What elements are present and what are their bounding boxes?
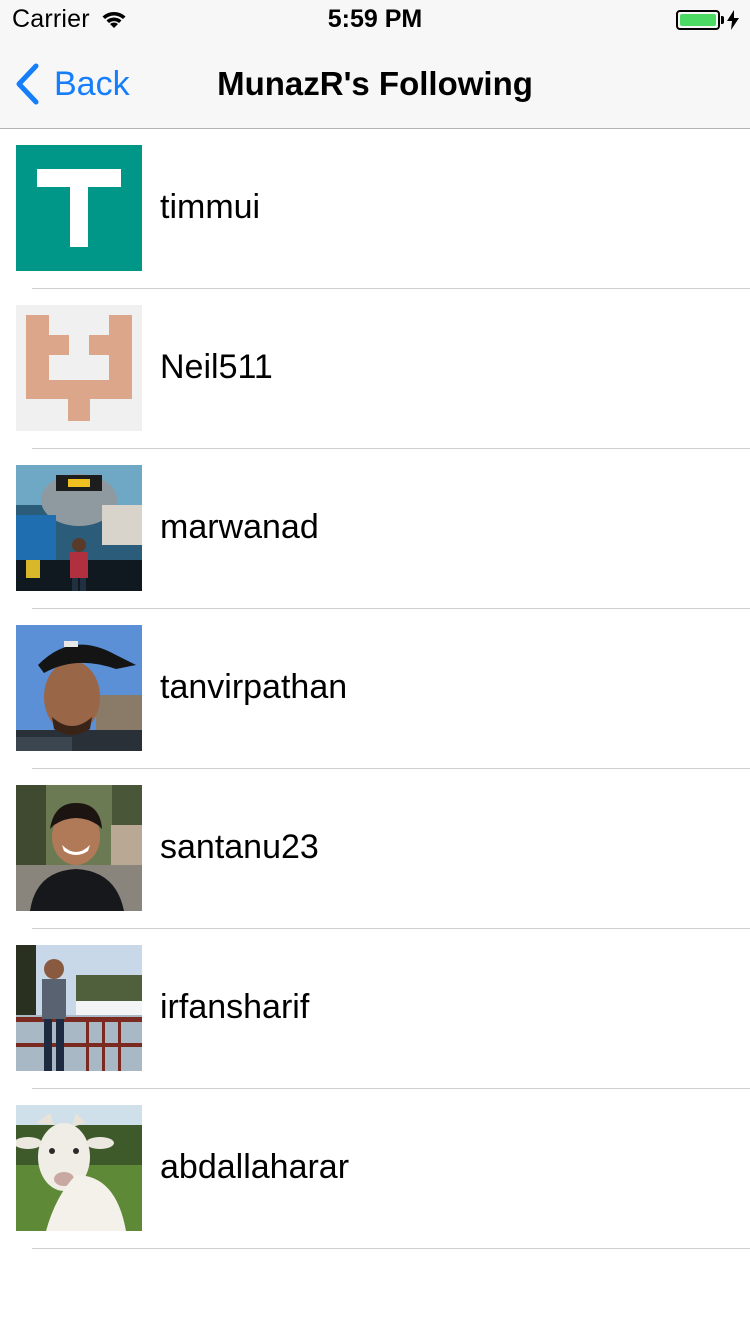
photo-avatar	[16, 1105, 142, 1231]
list-item[interactable]: timmui	[0, 129, 750, 289]
username: abdallaharar	[160, 1148, 350, 1186]
battery-icon	[676, 10, 720, 30]
username: timmui	[160, 188, 261, 226]
navigation-bar: Back MunazR's Following	[0, 40, 750, 129]
list-item[interactable]: santanu23	[0, 769, 750, 929]
following-list: timmui Neil511 marwanad tanvirpathan san…	[0, 129, 750, 1249]
photo-avatar	[16, 465, 142, 591]
battery-level	[680, 14, 716, 26]
charging-bolt-icon	[727, 10, 739, 30]
list-item[interactable]: Neil511	[0, 289, 750, 449]
list-item[interactable]: abdallaharar	[0, 1089, 750, 1249]
username: santanu23	[160, 828, 319, 866]
photo-avatar	[16, 785, 142, 911]
status-bar: Carrier 5:59 PM	[0, 0, 750, 40]
avatar	[16, 625, 142, 751]
list-item[interactable]: irfansharif	[0, 929, 750, 1089]
status-time: 5:59 PM	[327, 5, 423, 33]
identicon-pattern-avatar	[16, 305, 142, 431]
avatar	[16, 305, 142, 431]
avatar	[16, 785, 142, 911]
avatar	[16, 145, 142, 271]
username: irfansharif	[160, 988, 310, 1026]
avatar	[16, 1105, 142, 1231]
list-item[interactable]: tanvirpathan	[0, 609, 750, 769]
list-item[interactable]: marwanad	[0, 449, 750, 609]
username: tanvirpathan	[160, 668, 348, 706]
battery-tip	[721, 16, 724, 24]
username: Neil511	[160, 348, 273, 386]
username: marwanad	[160, 508, 319, 546]
photo-avatar	[16, 625, 142, 751]
page-title: MunazR's Following	[217, 65, 533, 102]
avatar	[16, 465, 142, 591]
identicon-t-avatar	[16, 145, 142, 271]
photo-avatar	[16, 945, 142, 1071]
avatar	[16, 945, 142, 1071]
